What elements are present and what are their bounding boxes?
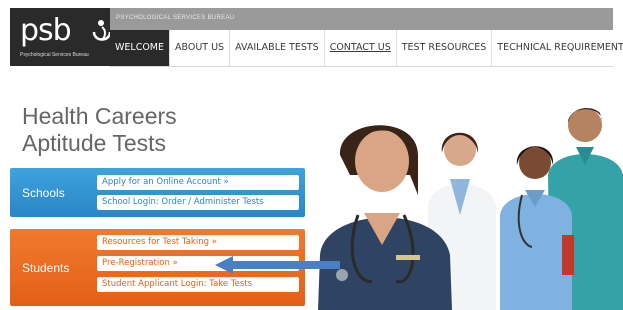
nav-about-us[interactable]: ABOUT US [170,30,231,66]
test-resources-link[interactable]: Resources for Test Taking » [97,235,299,250]
main-nav: WELCOME ABOUT US AVAILABLE TESTS CONTACT… [110,30,623,67]
schools-label: Schools [22,186,65,200]
logo[interactable]: psb Psychological Services Bureau [10,8,112,66]
healthcare-workers-photo [318,108,623,310]
student-login-link[interactable]: Student Applicant Login: Take Tests [97,277,299,292]
arrow-left-icon [215,256,340,274]
page-title-line2: Aptitude Tests [22,130,167,156]
nav-welcome[interactable]: WELCOME [110,30,170,66]
top-bar: PSYCHOLOGICAL SERVICES BUREAU [110,8,613,30]
nav-technical-requirements[interactable]: TECHNICAL REQUIREMENTS [492,30,623,66]
logo-tagline: Psychological Services Bureau [20,52,89,58]
nav-contact-us[interactable]: CONTACT US [325,30,397,66]
schools-panel: Schools Apply for an Online Account » Sc… [10,168,305,217]
nav-test-resources[interactable]: TEST RESOURCES [397,30,493,66]
students-label: Students [22,261,70,275]
school-login-link[interactable]: School Login: Order / Administer Tests [97,195,299,210]
page-title: Health Careers Aptitude Tests [22,103,177,157]
apply-online-account-link[interactable]: Apply for an Online Account » [97,175,299,190]
nav-available-tests[interactable]: AVAILABLE TESTS [230,30,325,66]
logo-text: psb [20,13,72,48]
nav-contact-us-label: CONTACT US [329,42,391,53]
page-title-line1: Health Careers [22,103,177,129]
top-bar-text: PSYCHOLOGICAL SERVICES BUREAU [116,15,235,21]
